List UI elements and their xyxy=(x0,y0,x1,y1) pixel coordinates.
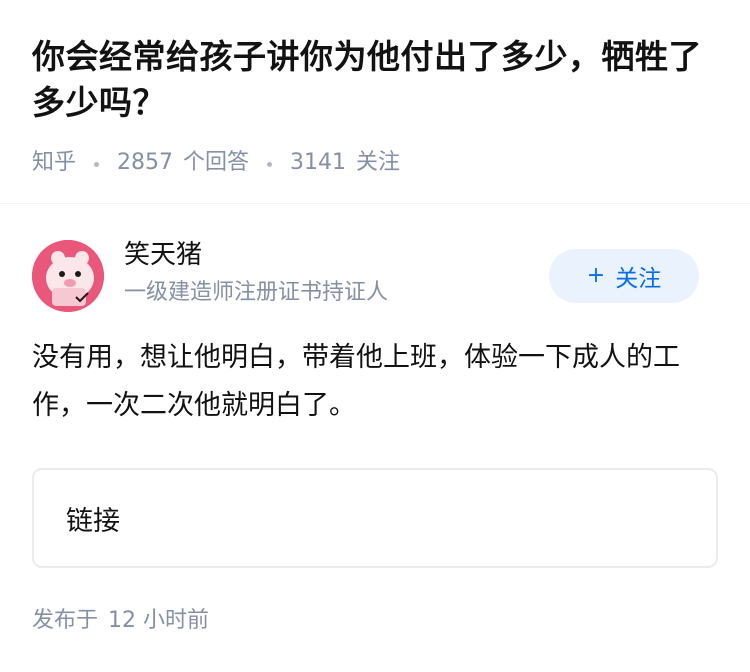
answer-card: 笑天猪 一级建造师注册证书持证人 + 关注 没有用，想让他明白，带着他上班，体验… xyxy=(0,204,750,636)
question-meta: 知乎 2857 个回答 3141 关注 xyxy=(32,148,718,178)
follow-button[interactable]: + 关注 xyxy=(549,249,699,303)
cartoon-pig-avatar-icon xyxy=(32,240,104,312)
link-card-label: 链接 xyxy=(66,505,120,537)
link-card[interactable]: 链接 xyxy=(32,468,718,568)
question-header: 你会经常给孩子讲你为他付出了多少，牺牲了多少吗？ 知乎 2857 个回答 314… xyxy=(0,0,750,178)
separator-dot xyxy=(267,161,273,167)
publish-time: 发布于 12 小时前 xyxy=(32,606,718,636)
separator-dot xyxy=(94,161,100,167)
publish-prefix: 发布于 xyxy=(32,608,99,633)
answer-count[interactable]: 2857 xyxy=(117,148,173,178)
answer-content[interactable]: 没有用，想让他明白，带着他上班，体验一下成人的工作，一次二次他就明白了。 xyxy=(32,334,718,430)
avatar[interactable] xyxy=(32,240,104,312)
plus-icon: + xyxy=(586,263,606,288)
follower-count[interactable]: 3141 xyxy=(290,148,346,178)
answer-count-unit[interactable]: 个回答 xyxy=(183,148,249,178)
answer-page: 你会经常给孩子讲你为他付出了多少，牺牲了多少吗？ 知乎 2857 个回答 314… xyxy=(0,0,750,672)
follower-count-unit[interactable]: 关注 xyxy=(356,148,400,178)
source-label[interactable]: 知乎 xyxy=(32,148,76,178)
author-bio: 一级建造师注册证书持证人 xyxy=(124,280,389,305)
author-row: 笑天猪 一级建造师注册证书持证人 + 关注 xyxy=(32,240,718,312)
author-name[interactable]: 笑天猪 xyxy=(124,238,388,272)
follow-button-label: 关注 xyxy=(615,266,662,292)
publish-time-value: 12 小时前 xyxy=(108,608,210,633)
author-text: 笑天猪 一级建造师注册证书持证人 xyxy=(124,240,389,308)
author-info-group[interactable]: 笑天猪 一级建造师注册证书持证人 xyxy=(32,240,388,312)
question-title[interactable]: 你会经常给孩子讲你为他付出了多少，牺牲了多少吗？ xyxy=(32,34,718,126)
